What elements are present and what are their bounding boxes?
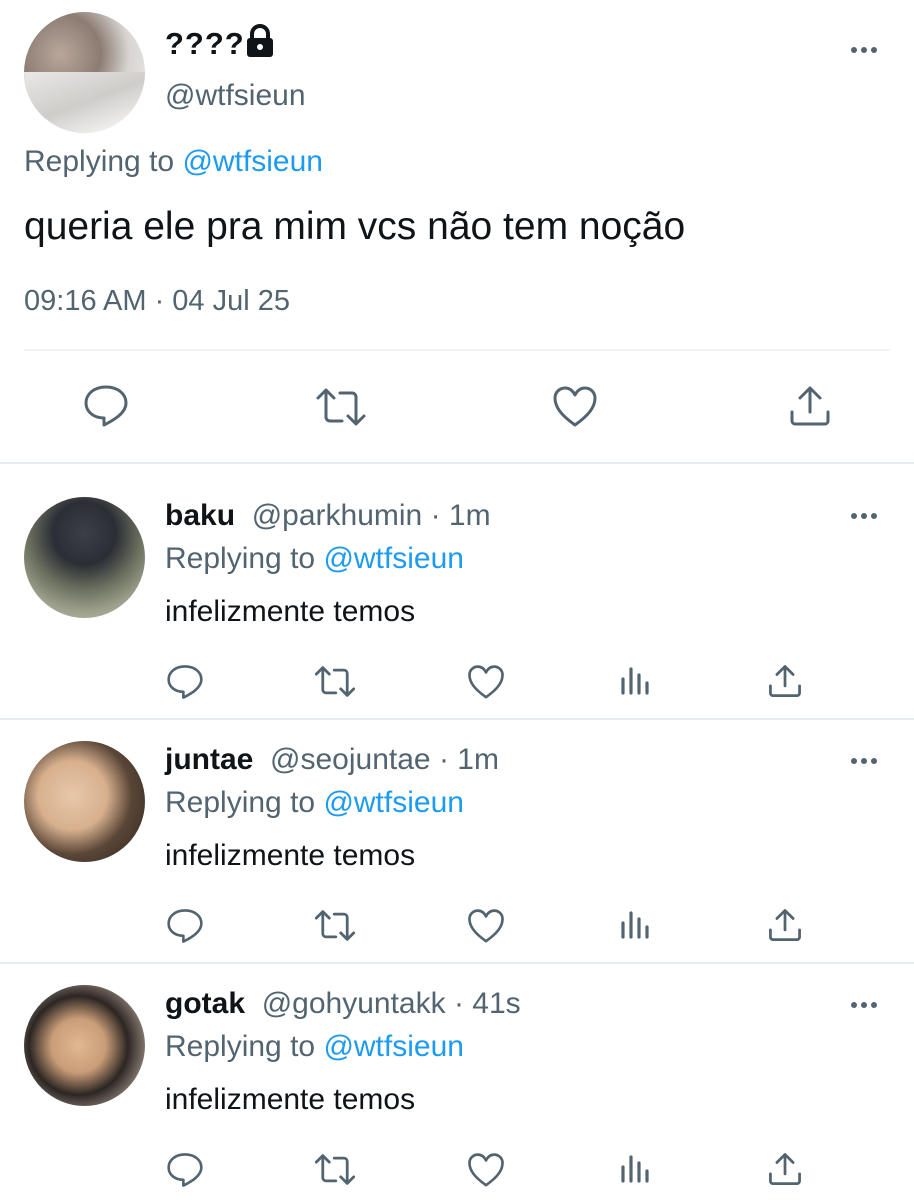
tweet-text: queria ele pra mim vcs não tem noção — [24, 205, 686, 248]
views-icon[interactable] — [620, 665, 652, 697]
views-icon[interactable] — [620, 1153, 652, 1185]
more-icon[interactable] — [851, 1002, 877, 1008]
retweet-icon[interactable] — [314, 387, 368, 427]
reply-icon[interactable] — [166, 908, 204, 944]
like-icon[interactable] — [467, 908, 505, 943]
share-icon[interactable] — [768, 908, 802, 942]
display-name[interactable]: baku — [165, 499, 235, 532]
reply-time: · 1m — [438, 743, 499, 776]
replying-to: Replying to @wtfsieun — [165, 1030, 464, 1064]
reply-icon[interactable] — [166, 664, 204, 700]
display-name[interactable]: gotak — [165, 987, 245, 1020]
replying-label: Replying to — [24, 145, 183, 178]
reply-tweet[interactable]: baku @parkhumin · 1m Replying to @wtfsie… — [0, 465, 914, 710]
reply-icon[interactable] — [166, 1152, 204, 1188]
reply-header: juntae @seojuntae · 1m — [165, 743, 499, 777]
reply-header: baku @parkhumin · 1m — [165, 499, 491, 533]
avatar[interactable] — [24, 741, 145, 862]
divider — [0, 462, 914, 464]
divider — [24, 349, 890, 351]
handle[interactable]: @wtfsieun — [165, 79, 306, 113]
main-tweet: ???? @wtfsieun Replying to @wtfsieun que… — [0, 0, 914, 463]
replying-to: Replying to @wtfsieun — [165, 542, 464, 576]
share-icon[interactable] — [789, 385, 831, 427]
like-icon[interactable] — [552, 385, 598, 427]
handle[interactable]: @seojuntae — [270, 743, 431, 776]
reply-time: · 1m — [430, 499, 491, 532]
avatar[interactable] — [24, 985, 145, 1106]
like-icon[interactable] — [467, 1152, 505, 1187]
retweet-icon[interactable] — [313, 909, 357, 942]
retweet-icon[interactable] — [313, 665, 357, 698]
retweet-icon[interactable] — [313, 1153, 357, 1186]
replying-to-link[interactable]: @wtfsieun — [323, 786, 464, 819]
avatar[interactable] — [24, 497, 145, 618]
share-icon[interactable] — [768, 1152, 802, 1186]
display-name[interactable]: juntae — [165, 743, 253, 776]
reply-header: gotak @gohyuntakk · 41s — [165, 987, 521, 1021]
more-icon[interactable] — [851, 47, 877, 53]
replying-label: Replying to — [165, 786, 324, 819]
handle[interactable]: @parkhumin — [252, 499, 423, 532]
reply-tweet[interactable]: juntae @seojuntae · 1m Replying to @wtfs… — [0, 709, 914, 954]
replying-label: Replying to — [165, 1030, 324, 1063]
timestamp[interactable]: 09:16 AM · 04 Jul 25 — [24, 285, 290, 318]
handle[interactable]: @gohyuntakk — [262, 987, 446, 1020]
reply-tweet[interactable]: gotak @gohyuntakk · 41s Replying to @wtf… — [0, 953, 914, 1198]
views-icon[interactable] — [620, 909, 652, 941]
more-icon[interactable] — [851, 758, 877, 764]
replying-to-link[interactable]: @wtfsieun — [323, 542, 464, 575]
replying-to-link[interactable]: @wtfsieun — [323, 1030, 464, 1063]
tweet-text: infelizmente temos — [165, 1083, 416, 1116]
tweet-text: infelizmente temos — [165, 595, 416, 628]
replying-label: Replying to — [165, 542, 324, 575]
share-icon[interactable] — [768, 664, 802, 698]
avatar[interactable] — [24, 12, 145, 133]
replying-to-link[interactable]: @wtfsieun — [182, 145, 323, 178]
replying-to: Replying to @wtfsieun — [24, 145, 323, 179]
reply-time: · 41s — [453, 987, 521, 1020]
display-name[interactable]: ???? — [165, 26, 245, 62]
tweet-text: infelizmente temos — [165, 839, 416, 872]
like-icon[interactable] — [467, 664, 505, 699]
lock-icon — [244, 24, 276, 58]
more-icon[interactable] — [851, 513, 877, 519]
reply-icon[interactable] — [83, 384, 129, 428]
replying-to: Replying to @wtfsieun — [165, 786, 464, 820]
